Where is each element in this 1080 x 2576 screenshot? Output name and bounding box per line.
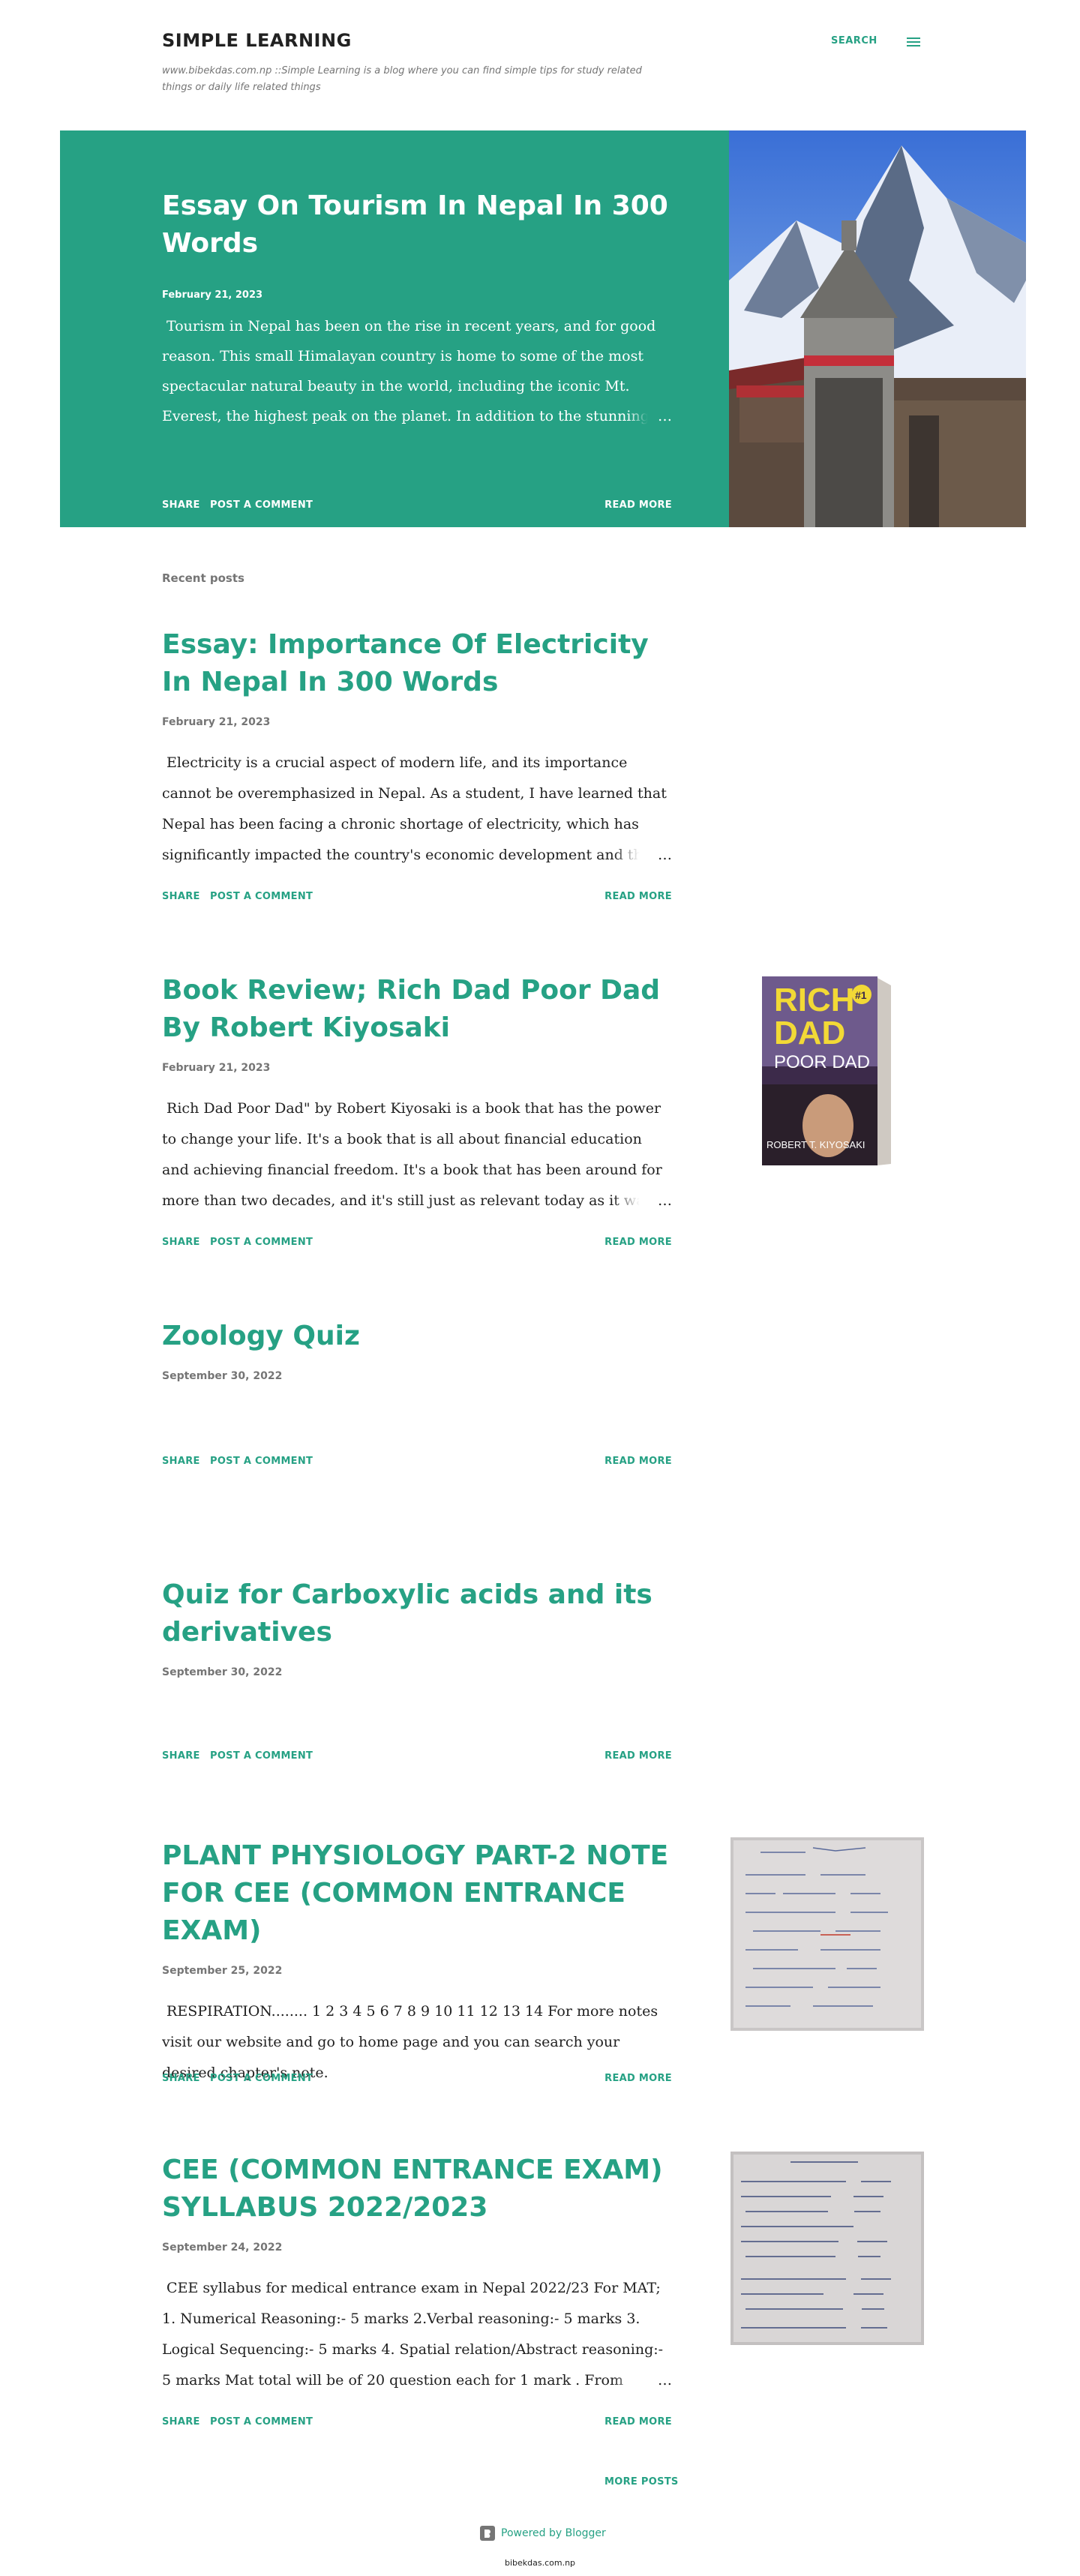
hamburger-menu-icon[interactable] [904,33,922,51]
post-date: September 30, 2022 [162,1666,283,1678]
featured-post-snippet-text: Tourism in Nepal has been on the rise in… [162,318,656,424]
search-button[interactable]: SEARCH [831,35,878,46]
featured-share-button[interactable]: SHARE [162,499,200,511]
post-card: Zoology Quiz September 30, 2022 SHARE PO… [162,1318,924,1467]
book-title-rich: RICH [774,982,855,1018]
site-title-link[interactable]: SIMPLE LEARNING [162,30,352,51]
share-button[interactable]: SHARE [162,1237,200,1248]
featured-post-content: Essay On Tourism In Nepal In 300 Words F… [162,187,672,511]
featured-comment-link[interactable]: POST A COMMENT [210,499,313,511]
post-comment-link[interactable]: POST A COMMENT [210,891,313,902]
share-button[interactable]: SHARE [162,891,200,902]
book-subtitle: POOR DAD [774,1052,870,1072]
post-card: Essay: Importance Of Electricity In Nepa… [162,626,924,902]
post-title[interactable]: PLANT PHYSIOLOGY PART-2 NOTE FOR CEE (CO… [162,1837,687,1950]
post-snippet-text: Rich Dad Poor Dad" by Robert Kiyosaki is… [162,1100,662,1209]
footer-domain: bibekdas.com.np [504,2558,576,2568]
post-title[interactable]: Quiz for Carboxylic acids and its deriva… [162,1576,687,1651]
post-ellipsis: … [613,1186,672,1216]
post-snippet-text: CEE syllabus for medical entrance exam i… [162,2280,664,2389]
post-snippet: CEE syllabus for medical entrance exam i… [162,2273,672,2396]
powered-by-label: Powered by Blogger [501,2527,606,2539]
share-button[interactable]: SHARE [162,2073,200,2084]
featured-post-snippet: Tourism in Nepal has been on the rise in… [162,311,672,431]
post-snippet: Rich Dad Poor Dad" by Robert Kiyosaki is… [162,1093,672,1216]
post-snippet-text: RESPIRATION........ 1 2 3 4 5 6 7 8 9 10… [162,2003,658,2081]
read-more-link[interactable]: READ MORE [604,2073,672,2084]
post-comment-link[interactable]: POST A COMMENT [210,1237,313,1248]
post-card: Book Review; Rich Dad Poor Dad By Robert… [162,972,924,1248]
read-more-link[interactable]: READ MORE [604,2416,672,2428]
post-title[interactable]: Essay: Importance Of Electricity In Nepa… [162,626,687,701]
share-button[interactable]: SHARE [162,1456,200,1467]
featured-read-more-link[interactable]: READ MORE [604,499,672,511]
featured-post: Essay On Tourism In Nepal In 300 Words F… [60,130,1026,527]
recent-posts-heading: Recent posts [162,571,244,585]
featured-post-title[interactable]: Essay On Tourism In Nepal In 300 Words [162,187,672,262]
post-snippet-text: Electricity is a crucial aspect of moder… [162,754,667,863]
post-title[interactable]: CEE (COMMON ENTRANCE EXAM) SYLLABUS 2022… [162,2152,687,2227]
book-cover-image: RICH DAD POOR DAD #1 ROBERT T. KIYOSAKI [730,972,924,1165]
post-thumbnail[interactable]: RICH DAD POOR DAD #1 ROBERT T. KIYOSAKI [730,972,924,1165]
book-title-dad: DAD [774,1015,845,1051]
blogger-icon [480,2526,495,2541]
featured-post-image[interactable] [729,130,1026,527]
site-description: www.bibekdas.com.np ::Simple Learning is… [162,65,642,93]
post-card: Quiz for Carboxylic acids and its deriva… [162,1576,924,1762]
share-button[interactable]: SHARE [162,1750,200,1762]
featured-post-ellipsis: … [628,401,672,431]
post-comment-link[interactable]: POST A COMMENT [210,2416,313,2428]
post-thumbnail[interactable] [730,2152,924,2345]
post-card: PLANT PHYSIOLOGY PART-2 NOTE FOR CEE (CO… [162,1837,924,2089]
featured-post-date: February 21, 2023 [162,289,263,301]
site-header: SIMPLE LEARNING www.bibekdas.com.np ::Si… [0,0,1080,130]
handwritten-notes-image [730,1837,924,2031]
syllabus-notes-image [730,2152,924,2345]
nepal-temple-mountain-image [729,130,1026,527]
post-snippet: Electricity is a crucial aspect of moder… [162,748,672,871]
post-date: February 21, 2023 [162,716,271,728]
more-posts-button[interactable]: MORE POSTS [604,2476,679,2488]
read-more-link[interactable]: READ MORE [604,1750,672,1762]
post-title[interactable]: Zoology Quiz [162,1318,687,1355]
post-date: September 30, 2022 [162,1370,283,1382]
read-more-link[interactable]: READ MORE [604,891,672,902]
read-more-link[interactable]: READ MORE [604,1456,672,1467]
post-card: CEE (COMMON ENTRANCE EXAM) SYLLABUS 2022… [162,2152,924,2428]
post-comment-link[interactable]: POST A COMMENT [210,2073,313,2084]
share-button[interactable]: SHARE [162,2416,200,2428]
powered-by-blogger[interactable]: Powered by Blogger [480,2526,606,2541]
post-thumbnail[interactable] [730,1837,924,2031]
post-ellipsis: … [613,2365,672,2396]
book-badge: #1 [855,989,867,1001]
post-ellipsis: … [613,840,672,871]
post-comment-link[interactable]: POST A COMMENT [210,1750,313,1762]
post-title[interactable]: Book Review; Rich Dad Poor Dad By Robert… [162,972,687,1047]
post-comment-link[interactable]: POST A COMMENT [210,1456,313,1467]
book-author: ROBERT T. KIYOSAKI [766,1139,866,1150]
read-more-link[interactable]: READ MORE [604,1237,672,1248]
